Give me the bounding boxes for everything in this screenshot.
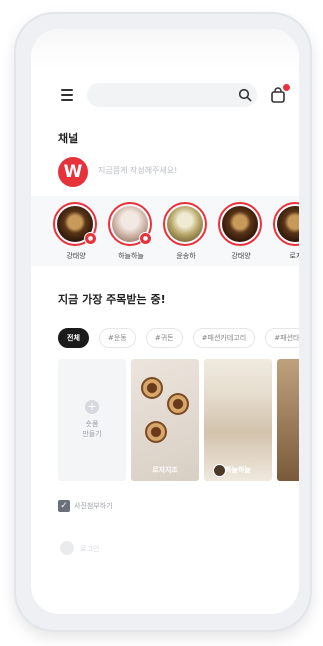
chip-item[interactable]: #귀돈 bbox=[145, 328, 183, 348]
chip-all[interactable]: 전체 bbox=[58, 328, 89, 348]
checkbox[interactable]: ✓ bbox=[58, 500, 70, 512]
plus-icon: + bbox=[85, 400, 99, 414]
checkbox-label: 사진첨부하기 bbox=[74, 502, 113, 510]
story-name: 로지 bbox=[289, 252, 299, 260]
channel-row[interactable]: W 지금쯤게 작성해주세요! bbox=[58, 157, 298, 187]
create-label-line2: 만들기 bbox=[82, 430, 102, 438]
search-icon[interactable] bbox=[238, 88, 252, 102]
story-item[interactable]: ● 강태양 bbox=[53, 202, 99, 261]
story-item[interactable]: 윤송하 bbox=[163, 202, 209, 261]
avatar bbox=[60, 541, 74, 555]
video-card[interactable] bbox=[277, 359, 299, 481]
hamburger-menu-icon[interactable] bbox=[61, 89, 73, 101]
trending-title: 지금 가장 주목받는 중! bbox=[58, 293, 166, 306]
story-item[interactable]: 강태양 bbox=[218, 202, 264, 261]
notification-badge bbox=[283, 84, 290, 91]
chip-item[interactable]: #패션카테고리 bbox=[192, 328, 256, 348]
post-placeholder[interactable]: 지금쯤게 작성해주세요! bbox=[98, 165, 177, 176]
bottom-label: 로그인 bbox=[80, 545, 100, 553]
card-label: 로지지조 bbox=[152, 466, 178, 474]
top-bar bbox=[31, 83, 299, 109]
story-name: 하늘하늘 bbox=[118, 252, 144, 260]
earring-image bbox=[167, 393, 189, 415]
create-label-line1: 숏폼 bbox=[85, 420, 99, 428]
card-label: 하늘하늘 bbox=[225, 466, 251, 474]
story-item[interactable]: ● 하늘하늘 bbox=[108, 202, 154, 261]
create-shortform-card[interactable]: + 숏폼 만들기 bbox=[58, 359, 126, 481]
live-badge: ● bbox=[84, 232, 97, 245]
story-name: 강태양 bbox=[66, 252, 86, 260]
status-area bbox=[31, 29, 299, 69]
live-badge: ● bbox=[139, 232, 152, 245]
story-name: 강태양 bbox=[231, 252, 251, 260]
shortform-cards: + 숏폼 만들기 로지지조 하늘하늘 bbox=[58, 359, 299, 484]
video-card[interactable]: 하늘하늘 bbox=[204, 359, 272, 481]
story-name: 윤송하 bbox=[176, 252, 196, 260]
search-input[interactable] bbox=[87, 83, 257, 107]
chip-item[interactable]: #패션타 bbox=[265, 328, 299, 348]
channel-section-title: 채널 bbox=[58, 132, 79, 145]
story-item[interactable]: 로지 bbox=[273, 202, 299, 261]
category-chips: 전체 #운동 #귀돈 #패션카테고리 #패션타 bbox=[58, 328, 299, 348]
channel-logo[interactable]: W bbox=[58, 157, 88, 187]
stories-row: ● 강태양 ● 하늘하늘 윤송하 강태양 로지 bbox=[31, 196, 299, 266]
earring-image bbox=[141, 377, 163, 399]
earring-image bbox=[145, 421, 167, 443]
chip-item[interactable]: #운동 bbox=[98, 328, 136, 348]
video-card[interactable]: 로지지조 bbox=[131, 359, 199, 481]
app-screen: 채널 W 지금쯤게 작성해주세요! ● 강태양 ● 하늘하늘 윤송하 강태양 로… bbox=[31, 29, 299, 614]
